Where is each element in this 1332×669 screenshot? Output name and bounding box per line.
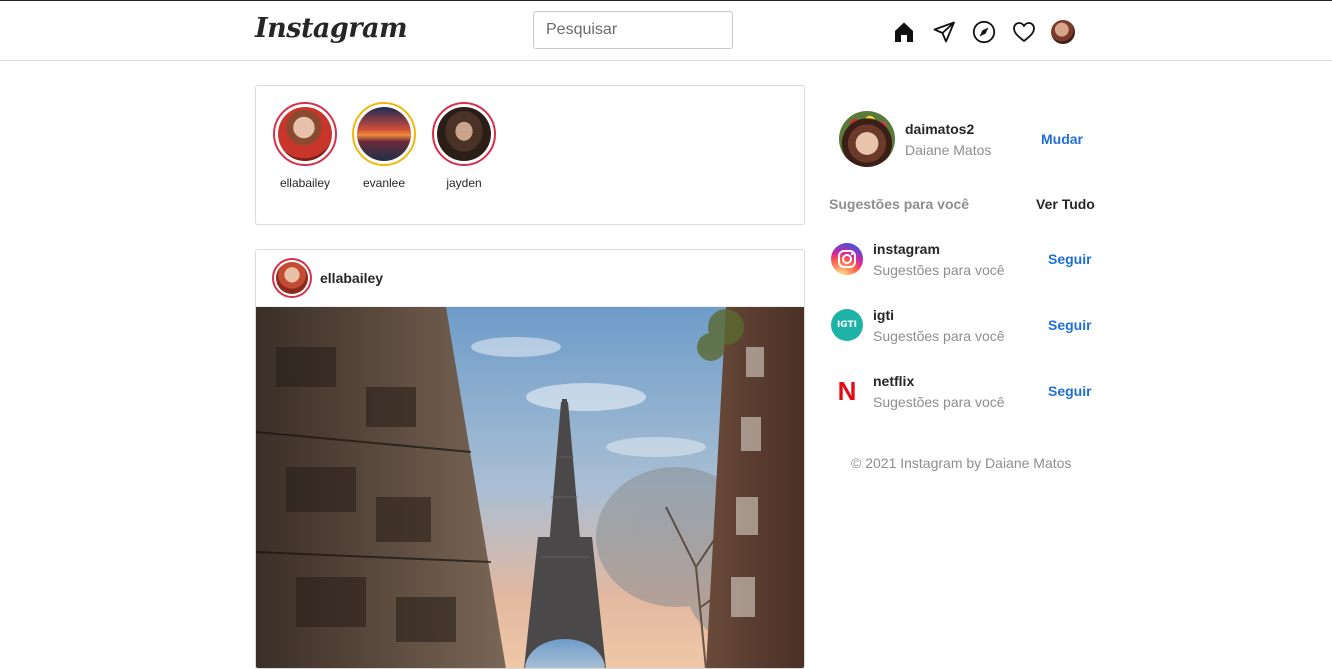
igti-logo-text: IGTI [836, 320, 858, 330]
suggestion-name[interactable]: igti [873, 307, 894, 323]
current-user-avatar[interactable] [839, 111, 895, 167]
story-item[interactable]: evanlee [344, 102, 424, 190]
profile-avatar[interactable] [1051, 20, 1075, 44]
story-username: ellabailey [279, 176, 331, 190]
story-username: evanlee [362, 176, 406, 190]
story-avatar [278, 107, 332, 161]
stories-tray: ellabailey evanlee jayden [255, 85, 805, 225]
igti-logo-icon[interactable]: IGTI [831, 309, 863, 341]
instagram-logo[interactable]: Instagram [255, 13, 408, 44]
story-item[interactable]: jayden [424, 102, 504, 190]
search-input[interactable] [533, 11, 733, 49]
netflix-logo-icon[interactable]: N [831, 375, 863, 407]
current-user-fullname: Daiane Matos [905, 142, 992, 158]
follow-button[interactable]: Seguir [1048, 251, 1092, 267]
post-author-avatar[interactable] [272, 258, 312, 298]
suggestion-item: N netflix Sugestões para você Seguir [829, 373, 1099, 413]
suggestion-subtitle: Sugestões para você [873, 394, 1005, 410]
suggestion-item: instagram Sugestões para você Seguir [829, 241, 1099, 281]
suggestion-name[interactable]: netflix [873, 373, 914, 389]
see-all-button[interactable]: Ver Tudo [1036, 196, 1095, 212]
nav-icons [891, 18, 1075, 46]
suggestion-subtitle: Sugestões para você [873, 262, 1005, 278]
footer-copyright: © 2021 Instagram by Daiane Matos [851, 455, 1072, 471]
post-author-username[interactable]: ellabailey [320, 270, 383, 286]
story-ring [273, 102, 337, 166]
switch-account-button[interactable]: Mudar [1041, 131, 1083, 147]
suggestion-subtitle: Sugestões para você [873, 328, 1005, 344]
current-user-username[interactable]: daimatos2 [905, 121, 974, 137]
follow-button[interactable]: Seguir [1048, 383, 1092, 399]
story-username: jayden [446, 176, 482, 190]
explore-compass-icon[interactable] [971, 19, 997, 45]
post-header: ellabailey [256, 250, 804, 307]
story-item[interactable]: ellabailey [265, 102, 345, 190]
feed-post: ellabailey [255, 249, 805, 669]
top-navbar: Instagram [0, 1, 1332, 61]
netflix-logo-letter: N [837, 375, 857, 406]
suggestions-title: Sugestões para você [829, 196, 970, 212]
post-photo-eiffel-tower[interactable] [256, 307, 804, 668]
home-icon[interactable] [891, 19, 917, 45]
follow-button[interactable]: Seguir [1048, 317, 1092, 333]
heart-icon[interactable] [1011, 19, 1037, 45]
story-ring [432, 102, 496, 166]
story-avatar [437, 107, 491, 161]
story-ring [352, 102, 416, 166]
suggestion-item: IGTI igti Sugestões para você Seguir [829, 307, 1099, 347]
direct-send-icon[interactable] [931, 19, 957, 45]
story-avatar [357, 107, 411, 161]
instagram-logo-icon[interactable] [831, 243, 863, 275]
suggestion-name[interactable]: instagram [873, 241, 940, 257]
